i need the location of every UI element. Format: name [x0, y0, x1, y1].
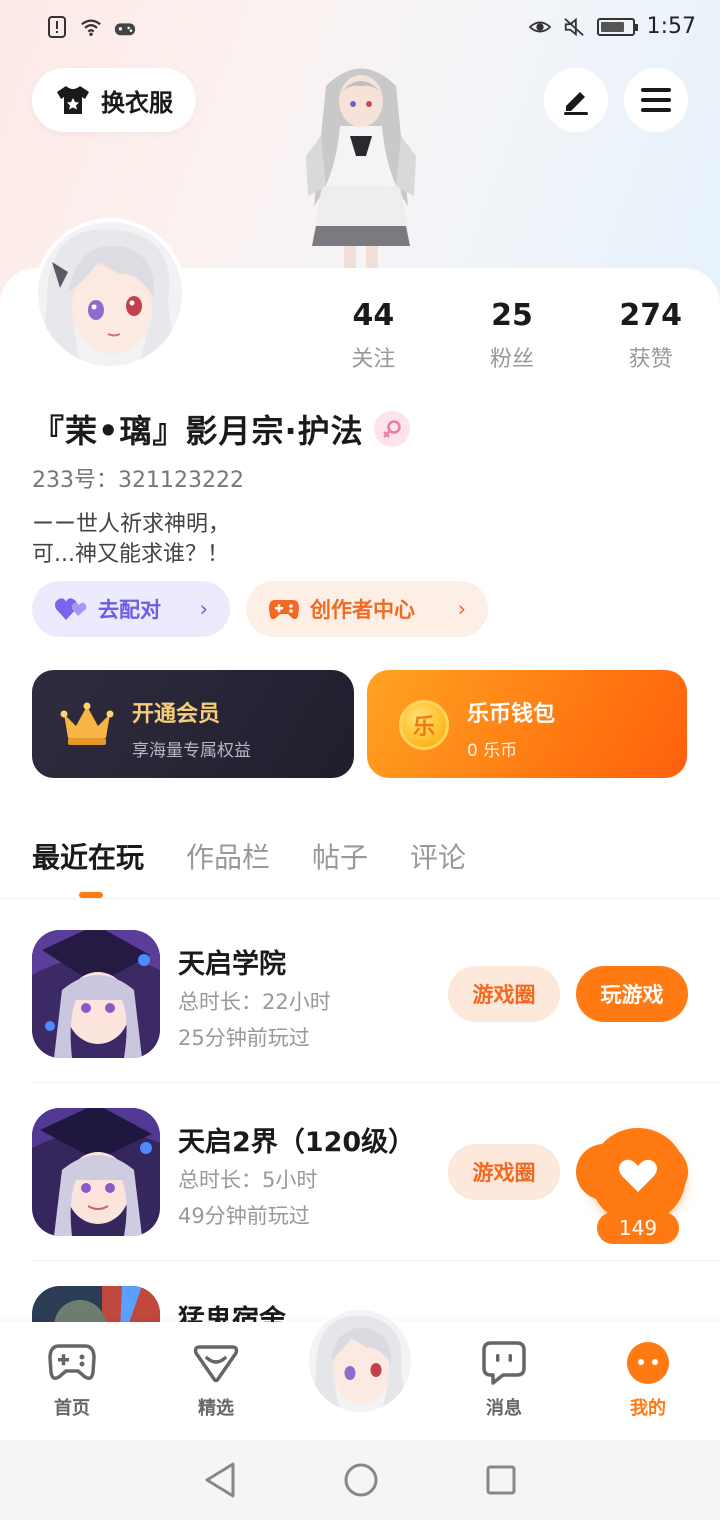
mute-icon	[563, 17, 584, 36]
divider	[32, 1260, 720, 1261]
play-game-button[interactable]: 玩游戏	[576, 966, 688, 1022]
profile-tabs: 最近在玩 作品栏 帖子 评论	[32, 836, 466, 876]
system-navigation-bar	[0, 1440, 720, 1520]
stat-value: 44	[352, 298, 395, 333]
heart-badge-icon	[166, 1340, 266, 1386]
match-label: 去配对	[98, 598, 161, 622]
gamepad-icon	[269, 600, 299, 620]
divider	[0, 898, 720, 899]
floating-like-button[interactable]	[590, 1128, 686, 1224]
eye-icon	[528, 21, 551, 32]
menu-button[interactable]	[624, 68, 688, 132]
creator-center-label: 创作者中心	[310, 598, 415, 622]
edit-profile-button[interactable]	[544, 68, 608, 132]
like-count: 149	[597, 1212, 679, 1244]
status-bar: 1:57	[0, 0, 720, 56]
nav-item-mine[interactable]: 我的	[598, 1340, 698, 1420]
chat-icon	[454, 1340, 554, 1386]
clock: 1:57	[646, 14, 696, 39]
chevron-right-icon: ›	[457, 597, 466, 621]
game-duration: 总时长：5小时	[178, 1168, 318, 1192]
user-id[interactable]: 233号：321123222	[32, 462, 244, 494]
avatar-portrait	[38, 222, 182, 366]
user-id-label: 233号：	[32, 468, 118, 493]
stat-label: 粉丝	[490, 347, 535, 372]
nav-item-featured[interactable]: 精选	[166, 1340, 266, 1420]
profile-name: 『茉•璃』影月宗·护法	[32, 412, 364, 450]
game-circle-button[interactable]: 游戏圈	[448, 1144, 560, 1200]
change-outfit-label: 换衣服	[101, 88, 173, 117]
hearts-icon	[55, 598, 87, 620]
nav-avatar-button[interactable]	[306, 1307, 414, 1415]
nav-label: 消息	[486, 1398, 522, 1419]
chevron-right-icon: ›	[199, 597, 208, 621]
avatar-portrait	[309, 1310, 411, 1412]
nav-label: 首页	[54, 1398, 90, 1419]
heart-icon	[619, 1159, 657, 1192]
game-name: 天启2界（120级）	[178, 1127, 416, 1158]
game-duration: 总时长：22小时	[178, 990, 331, 1014]
avatar[interactable]	[34, 218, 186, 370]
pencil-icon	[564, 92, 588, 115]
vip-membership-card[interactable]: 开通会员 享海量专属权益	[32, 670, 354, 778]
profile-face-icon	[598, 1340, 698, 1386]
recents-icon[interactable]	[485, 1464, 517, 1496]
nav-label: 我的	[630, 1398, 666, 1419]
tab-recently-played[interactable]: 最近在玩	[32, 836, 144, 876]
stat-following[interactable]: 44 关注	[304, 298, 443, 378]
game-circle-button[interactable]: 游戏圈	[448, 966, 560, 1022]
vip-subtitle: 享海量专属权益	[132, 741, 251, 761]
game-last-played: 49分钟前玩过	[178, 1204, 310, 1228]
tshirt-icon	[57, 86, 89, 114]
game-icon[interactable]	[32, 930, 160, 1058]
creator-center-button[interactable]: 创作者中心 ›	[246, 581, 488, 637]
sim-alert-icon	[48, 16, 66, 38]
list-item[interactable]: 天启学院 总时长：22小时 25分钟前玩过 游戏圈 玩游戏	[32, 930, 688, 1060]
gamepad-icon	[22, 1340, 122, 1386]
nav-item-messages[interactable]: 消息	[454, 1340, 554, 1420]
stat-likes[interactable]: 274 获赞	[581, 298, 720, 378]
stat-followers[interactable]: 25 粉丝	[443, 298, 582, 378]
stat-value: 25	[491, 298, 533, 333]
user-id-value: 321123222	[118, 468, 244, 493]
match-button[interactable]: 去配对 ›	[32, 581, 230, 637]
tab-works[interactable]: 作品栏	[186, 836, 270, 876]
coin-icon: 乐	[399, 700, 449, 750]
nav-label: 精选	[198, 1398, 234, 1419]
game-last-played: 25分钟前玩过	[178, 1026, 310, 1050]
home-icon[interactable]	[343, 1462, 379, 1498]
stat-value: 274	[619, 298, 682, 333]
profile-stats: 44 关注 25 粉丝 274 获赞	[304, 298, 720, 378]
game-icon[interactable]	[32, 1108, 160, 1236]
game-name: 天启学院	[178, 949, 286, 980]
divider	[32, 1082, 720, 1083]
battery-icon	[596, 17, 638, 36]
name-row: 『茉•璃』影月宗·护法	[32, 406, 410, 452]
tab-comments[interactable]: 评论	[410, 836, 466, 876]
wallet-title: 乐币钱包	[467, 702, 556, 727]
nav-item-home[interactable]: 首页	[22, 1340, 122, 1420]
wifi-icon	[81, 19, 101, 36]
vip-title: 开通会员	[132, 702, 221, 727]
wallet-subtitle: 0 乐币	[467, 741, 518, 761]
change-outfit-button[interactable]: 换衣服	[32, 68, 196, 132]
tab-posts[interactable]: 帖子	[312, 836, 368, 876]
profile-bio: ーー世人祈求神明， 可...神又能求谁？！	[32, 512, 231, 567]
stat-label: 获赞	[628, 347, 673, 372]
stat-label: 关注	[351, 347, 396, 372]
avatar-character-figure[interactable]	[286, 56, 436, 271]
crown-icon	[60, 702, 114, 745]
female-gender-icon	[373, 411, 410, 447]
game-controller-status-icon	[114, 23, 136, 36]
coin-wallet-card[interactable]: 乐 乐币钱包 0 乐币	[367, 670, 687, 778]
back-icon[interactable]	[203, 1462, 237, 1498]
hamburger-icon	[641, 88, 671, 112]
